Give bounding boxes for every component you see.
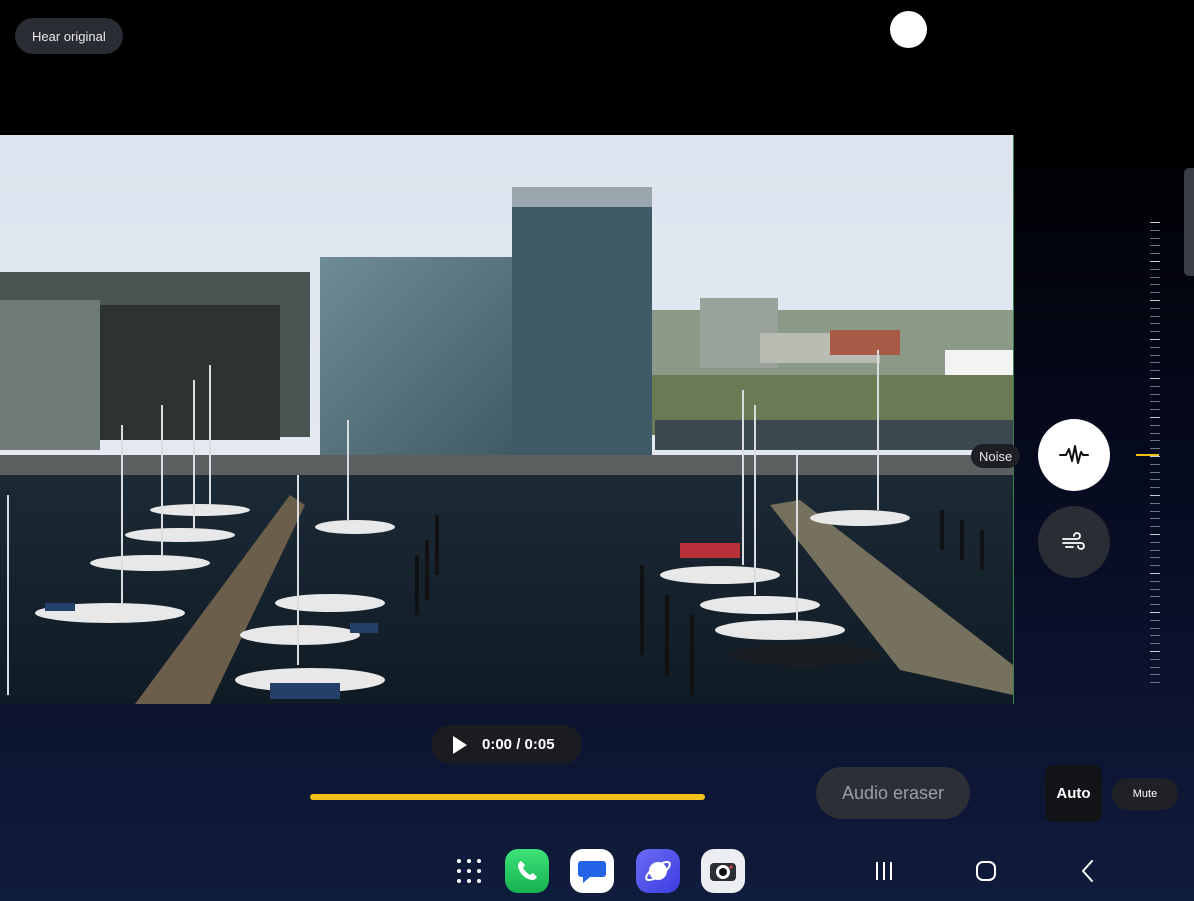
audio-eraser-button[interactable]: Audio eraser: [816, 767, 970, 819]
wind-icon: [1062, 532, 1085, 550]
chat-bubble-icon: [578, 861, 606, 883]
ruler-tick: [1150, 261, 1160, 262]
ruler-tick: [1150, 245, 1160, 247]
ruler-tick: [1150, 534, 1160, 535]
ruler-tick: [1150, 635, 1160, 637]
ruler-tick: [1150, 292, 1160, 294]
ruler-tick: [1150, 432, 1160, 434]
ruler-tick: [1150, 658, 1160, 660]
camera-lens-icon: [710, 863, 736, 881]
ruler-tick: [1150, 237, 1160, 239]
phone-app-icon[interactable]: [505, 849, 549, 893]
recent-apps-icon[interactable]: [872, 856, 896, 886]
phone-handset-icon: [518, 861, 537, 880]
ruler-tick: [1150, 510, 1160, 512]
ruler-tick: [1150, 448, 1160, 450]
ruler-tick: [1150, 370, 1160, 372]
top-indicator-dot: [890, 11, 927, 48]
camera-app-icon[interactable]: [701, 849, 745, 893]
playback-control[interactable]: 0:00 / 0:05: [431, 725, 582, 764]
ruler-tick: [1150, 385, 1160, 387]
ruler-tick: [1150, 401, 1160, 403]
internet-app-icon[interactable]: [636, 849, 680, 893]
hear-original-button[interactable]: Hear original: [15, 18, 123, 54]
play-icon[interactable]: [453, 735, 467, 754]
ruler-tick: [1150, 362, 1160, 364]
ruler-tick: [1150, 588, 1160, 590]
ruler-tick: [1150, 463, 1160, 465]
ruler-tick: [1150, 596, 1160, 598]
ruler-tick: [1150, 682, 1160, 684]
back-icon[interactable]: [1074, 856, 1102, 886]
ruler-tick: [1150, 573, 1160, 574]
ruler-tick: [1150, 393, 1160, 395]
ruler-tick: [1150, 456, 1160, 457]
ruler-tick: [1150, 674, 1160, 676]
ruler-tick: [1150, 268, 1160, 270]
ruler-tick: [1150, 378, 1160, 379]
ruler-tick: [1150, 417, 1160, 418]
ruler-tick: [1150, 666, 1160, 668]
messages-app-icon[interactable]: [570, 849, 614, 893]
playback-time: 0:00 / 0:05: [482, 736, 555, 753]
ruler-tick: [1150, 409, 1160, 411]
ruler-tick: [1150, 307, 1160, 309]
ruler-tick: [1150, 627, 1160, 629]
playback-progress-bar[interactable]: [310, 794, 705, 800]
noise-label: Noise: [971, 444, 1021, 468]
harbor-video-frame-image: [0, 135, 1013, 704]
ruler-tick: [1150, 284, 1160, 286]
noise-button[interactable]: [1038, 419, 1110, 491]
ruler-tick: [1150, 604, 1160, 606]
ruler-tick: [1150, 549, 1160, 551]
ruler-tick: [1150, 440, 1160, 442]
ruler-tick: [1150, 346, 1160, 348]
ruler-tick: [1150, 526, 1160, 528]
ruler-tick: [1150, 229, 1160, 231]
ruler-tick: [1150, 580, 1160, 582]
sound-wave-icon: [1059, 445, 1089, 464]
ruler-tick: [1150, 495, 1160, 496]
audio-level-ruler[interactable]: [1148, 222, 1162, 692]
apps-grid-icon[interactable]: [456, 858, 482, 884]
ruler-tick: [1150, 323, 1160, 325]
video-preview[interactable]: [0, 135, 1014, 704]
side-panel-handle[interactable]: [1184, 168, 1194, 276]
top-band: [0, 0, 1194, 135]
ruler-tick: [1150, 471, 1160, 473]
ruler-tick: [1150, 276, 1160, 278]
ruler-tick: [1150, 354, 1160, 356]
ruler-tick: [1150, 651, 1160, 652]
wind-button[interactable]: [1038, 506, 1110, 578]
ruler-tick: [1150, 487, 1160, 489]
ruler-tick: [1150, 643, 1160, 645]
ruler-tick: [1150, 502, 1160, 504]
planet-icon: [645, 860, 671, 882]
auto-button[interactable]: Auto: [1045, 765, 1102, 822]
ruler-tick: [1150, 541, 1160, 543]
ruler-tick: [1150, 300, 1160, 301]
ruler-tick: [1150, 612, 1160, 613]
ruler-tick: [1150, 222, 1160, 223]
ruler-tick: [1150, 518, 1160, 520]
ruler-tick: [1150, 253, 1160, 255]
home-icon[interactable]: [972, 856, 1000, 886]
ruler-tick: [1150, 619, 1160, 621]
ruler-tick: [1150, 339, 1160, 340]
mute-button[interactable]: Mute: [1112, 778, 1178, 810]
audio-level-indicator[interactable]: [1136, 454, 1159, 456]
ruler-tick: [1150, 331, 1160, 333]
ruler-tick: [1150, 315, 1160, 317]
ruler-tick: [1150, 565, 1160, 567]
ruler-tick: [1150, 557, 1160, 559]
ruler-tick: [1150, 424, 1160, 426]
ruler-tick: [1150, 479, 1160, 481]
